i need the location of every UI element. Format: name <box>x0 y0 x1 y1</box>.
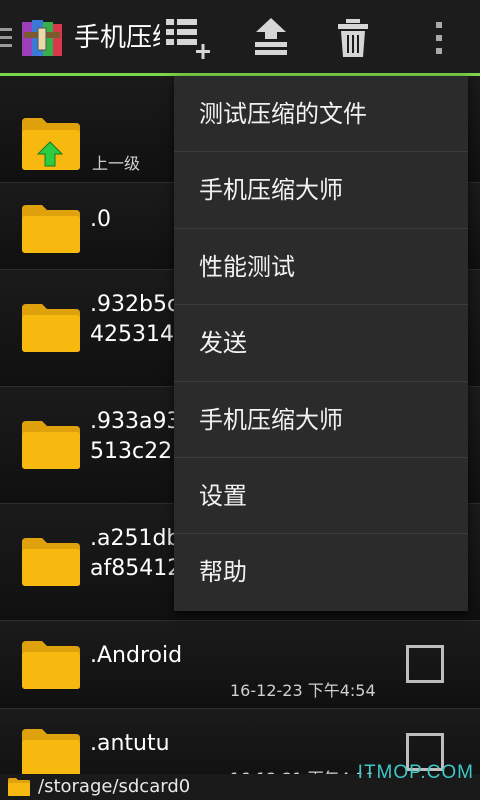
folder-icon <box>22 304 80 352</box>
list-add-icon <box>166 19 210 59</box>
list-item[interactable]: .Android 16-12-23 下午4:54 <box>0 621 480 709</box>
small-folder-icon <box>8 778 30 796</box>
drawer-menu-icon[interactable] <box>0 28 12 48</box>
menu-item-app-master-1[interactable]: 手机压缩大师 <box>174 152 468 229</box>
action-bar: 手机压缩大师 <box>0 0 480 76</box>
multi-select-button[interactable] <box>160 14 214 62</box>
upload-stack-icon <box>255 18 287 55</box>
folder-icon <box>22 729 80 777</box>
file-name-line2: af85412 <box>90 556 182 581</box>
file-name-line2: 425314 <box>90 322 174 347</box>
file-name: .933a93 <box>90 409 181 434</box>
menu-item-settings[interactable]: 设置 <box>174 458 468 535</box>
app-logo-icon[interactable] <box>20 18 64 60</box>
file-name: .a251db <box>90 526 181 551</box>
file-name: .Android <box>90 643 183 668</box>
folder-icon <box>22 538 80 586</box>
file-name: .antutu <box>90 731 170 756</box>
overflow-menu-button[interactable] <box>412 14 466 62</box>
menu-item-test-compress-file[interactable]: 测试压缩的文件 <box>174 76 468 153</box>
file-date: 16-12-23 下午4:54 <box>230 681 376 700</box>
parent-label: 上一级 <box>92 154 141 173</box>
folder-icon <box>22 641 80 689</box>
file-name-line2: 513c22 <box>90 439 173 464</box>
folder-up-icon <box>22 118 80 170</box>
menu-item-send[interactable]: 发送 <box>174 305 468 382</box>
app-title: 手机压缩大师 <box>74 23 160 53</box>
menu-item-app-master-2[interactable]: 手机压缩大师 <box>174 382 468 458</box>
delete-button[interactable] <box>326 14 380 62</box>
more-vertical-icon <box>436 22 442 54</box>
menu-item-performance-test[interactable]: 性能测试 <box>174 229 468 306</box>
compress-button[interactable] <box>244 14 298 62</box>
select-checkbox[interactable] <box>406 645 444 683</box>
current-path: /storage/sdcard0 <box>38 776 191 797</box>
file-name: .0 <box>90 207 111 232</box>
overflow-popup-menu: 测试压缩的文件 手机压缩大师 性能测试 发送 手机压缩大师 设置 帮助 <box>174 76 468 611</box>
folder-icon <box>22 205 80 253</box>
folder-icon <box>22 421 80 469</box>
trash-icon <box>338 19 368 57</box>
file-name: .932b5c <box>90 292 180 317</box>
watermark: ITMOP.COM <box>357 762 474 783</box>
menu-item-help[interactable]: 帮助 <box>174 534 468 610</box>
